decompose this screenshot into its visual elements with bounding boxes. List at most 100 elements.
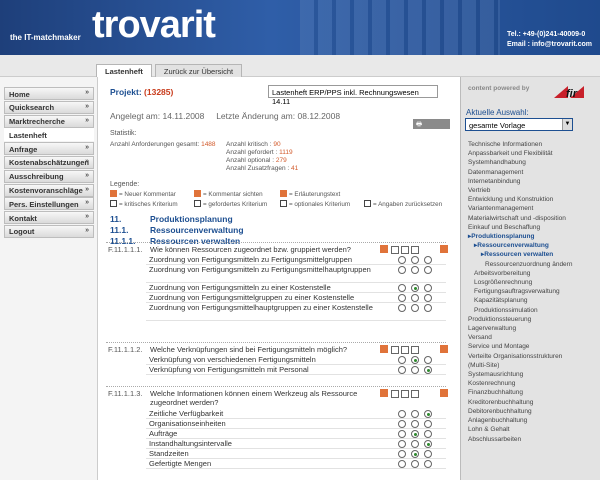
tree-item[interactable]: Einkauf und Beschaffung bbox=[468, 223, 596, 232]
comment-icon[interactable] bbox=[380, 245, 388, 253]
optional-radio[interactable] bbox=[424, 284, 432, 292]
tab-back-to-overview[interactable]: Zurück zur Übersicht bbox=[154, 64, 243, 77]
tree-item[interactable]: Versand bbox=[468, 333, 596, 342]
answer-label: Zuordnung von Fertigungsmitteln zu Ferti… bbox=[149, 265, 371, 274]
section-number: 11.1. bbox=[110, 225, 129, 235]
required-radio[interactable] bbox=[411, 430, 419, 438]
required-radio[interactable] bbox=[411, 420, 419, 428]
trovarit-logo[interactable]: trovarit bbox=[92, 4, 216, 47]
critical-radio[interactable] bbox=[398, 460, 406, 468]
critical-radio[interactable] bbox=[398, 450, 406, 458]
tree-item[interactable]: (Multi-Site) bbox=[468, 361, 596, 370]
tree-item[interactable]: Kostenrechnung bbox=[468, 379, 596, 388]
required-radio[interactable] bbox=[411, 460, 419, 468]
critical-radio[interactable] bbox=[398, 440, 406, 448]
critical-radio[interactable] bbox=[398, 410, 406, 418]
critical-radio[interactable] bbox=[398, 430, 406, 438]
sidebar-item-home[interactable]: Home » bbox=[4, 87, 94, 100]
print-button[interactable]: 🖶 drucken bbox=[413, 119, 450, 138]
optional-radio[interactable] bbox=[424, 366, 432, 374]
sidebar-item-kostenvoranschl-ge[interactable]: Kostenvoranschläge» bbox=[4, 183, 94, 197]
tree-item[interactable]: Materialwirtschaft und -disposition bbox=[468, 214, 596, 223]
sidebar-item-quicksearch[interactable]: Quicksearch » bbox=[4, 100, 94, 114]
tree-item[interactable]: Service und Montage bbox=[468, 342, 596, 351]
tree-item[interactable]: Technische Informationen bbox=[468, 140, 596, 149]
tree-item[interactable]: Variantenmanagement bbox=[468, 204, 596, 213]
tree-item[interactable]: Debitorenbuchhaltung bbox=[468, 407, 596, 416]
tree-item[interactable]: Vertrieb bbox=[468, 186, 596, 195]
tree-item[interactable]: Ressourcenzuordnung ändern bbox=[468, 260, 596, 269]
header-email[interactable]: Email : info@trovarit.com bbox=[507, 40, 592, 50]
sidebar-item-lastenheft[interactable]: Lastenheft bbox=[4, 128, 94, 142]
critical-radio[interactable] bbox=[398, 294, 406, 302]
required-radio[interactable] bbox=[411, 304, 419, 312]
tree-item[interactable]: Anlagenbuchhaltung bbox=[468, 416, 596, 425]
tree-item[interactable]: Losgrößenrechnung bbox=[468, 278, 596, 287]
critical-radio[interactable] bbox=[398, 366, 406, 374]
required-radio[interactable] bbox=[411, 266, 419, 274]
tree-item[interactable]: ▸Produktionsplanung bbox=[468, 232, 596, 241]
tree-item[interactable]: ▸Ressourcenverwaltung bbox=[468, 241, 596, 250]
sidebar-item-anfrage[interactable]: Anfrage » bbox=[4, 142, 94, 156]
tree-item[interactable]: Produktionssimulation bbox=[468, 306, 596, 315]
sidebar-item-ausschreibung[interactable]: Ausschreibung » bbox=[4, 169, 94, 183]
sidebar-item-logout[interactable]: Logout » bbox=[4, 224, 94, 238]
tree-item[interactable]: Arbeitsvorbereitung bbox=[468, 269, 596, 278]
comment-icon[interactable] bbox=[380, 345, 388, 353]
optional-radio[interactable] bbox=[424, 440, 432, 448]
tree-item[interactable]: Systemhandhabung bbox=[468, 158, 596, 167]
required-radio[interactable] bbox=[411, 294, 419, 302]
critical-radio[interactable] bbox=[398, 266, 406, 274]
tree-item[interactable]: Verteilte Organisationsstrukturen bbox=[468, 352, 596, 361]
sidebar-item-kontakt[interactable]: Kontakt » bbox=[4, 211, 94, 225]
tree-item[interactable]: Fertigungsauftragsverwaltung bbox=[468, 287, 596, 296]
tree-item[interactable]: Entwicklung und Konstruktion bbox=[468, 195, 596, 204]
tree-item[interactable]: Datenmanagement bbox=[468, 168, 596, 177]
critical-radio[interactable] bbox=[398, 284, 406, 292]
critical-radio[interactable] bbox=[398, 356, 406, 364]
optional-radio[interactable] bbox=[424, 304, 432, 312]
tree-item[interactable]: Lohn & Gehalt bbox=[468, 425, 596, 434]
critical-radio[interactable] bbox=[398, 420, 406, 428]
sidebar-item-pers-einstellungen[interactable]: Pers. Einstellungen » bbox=[4, 197, 94, 211]
required-radio[interactable] bbox=[411, 450, 419, 458]
optional-radio[interactable] bbox=[424, 256, 432, 264]
required-radio[interactable] bbox=[411, 256, 419, 264]
tree-item[interactable]: Systemausrichtung bbox=[468, 370, 596, 379]
required-radio[interactable] bbox=[411, 284, 419, 292]
optional-radio[interactable] bbox=[424, 430, 432, 438]
selection-dropdown[interactable]: gesamte Vorlage ▼ bbox=[465, 118, 573, 131]
optional-radio[interactable] bbox=[424, 356, 432, 364]
project-name-field[interactable]: Lastenheft ERP/PPS inkl. Rechnungswesen … bbox=[268, 85, 438, 106]
optional-radio[interactable] bbox=[424, 294, 432, 302]
sidebar-item-marktrecherche[interactable]: Marktrecherche » bbox=[4, 114, 94, 128]
tree-item[interactable]: ▸Ressourcen verwalten bbox=[468, 250, 596, 259]
critical-radio[interactable] bbox=[398, 304, 406, 312]
critical-radio[interactable] bbox=[398, 256, 406, 264]
explanation-icon[interactable] bbox=[440, 245, 448, 253]
fir-logo[interactable]: fir bbox=[554, 80, 594, 100]
tree-item[interactable]: Finanzbuchhaltung bbox=[468, 388, 596, 397]
tree-item[interactable]: Internetanbindung bbox=[468, 177, 596, 186]
tree-item[interactable]: Kapazitätsplanung bbox=[468, 296, 596, 305]
explanation-icon[interactable] bbox=[440, 345, 448, 353]
optional-radio[interactable] bbox=[424, 450, 432, 458]
required-radio[interactable] bbox=[411, 410, 419, 418]
sidebar-item-kostenabsch-tzungen[interactable]: Kostenabschätzungen» bbox=[4, 155, 94, 169]
optional-radio[interactable] bbox=[424, 266, 432, 274]
optional-radio[interactable] bbox=[424, 410, 432, 418]
tree-item[interactable]: Kreditorenbuchhaltung bbox=[468, 398, 596, 407]
required-radio[interactable] bbox=[411, 356, 419, 364]
tab-lastenheft[interactable]: Lastenheft bbox=[96, 64, 152, 77]
tree-item[interactable]: Produktionssteuerung bbox=[468, 315, 596, 324]
explanation-icon[interactable] bbox=[440, 389, 448, 397]
required-radio[interactable] bbox=[411, 440, 419, 448]
tree-item[interactable]: Anpassbarkeit und Flexibilität bbox=[468, 149, 596, 158]
tree-item[interactable]: Lagerverwaltung bbox=[468, 324, 596, 333]
comment-icon[interactable] bbox=[380, 389, 388, 397]
chevron-down-icon[interactable]: ▼ bbox=[562, 119, 572, 130]
tree-item[interactable]: Abschlussarbeiten bbox=[468, 435, 596, 444]
optional-radio[interactable] bbox=[424, 460, 432, 468]
required-radio[interactable] bbox=[411, 366, 419, 374]
optional-radio[interactable] bbox=[424, 420, 432, 428]
